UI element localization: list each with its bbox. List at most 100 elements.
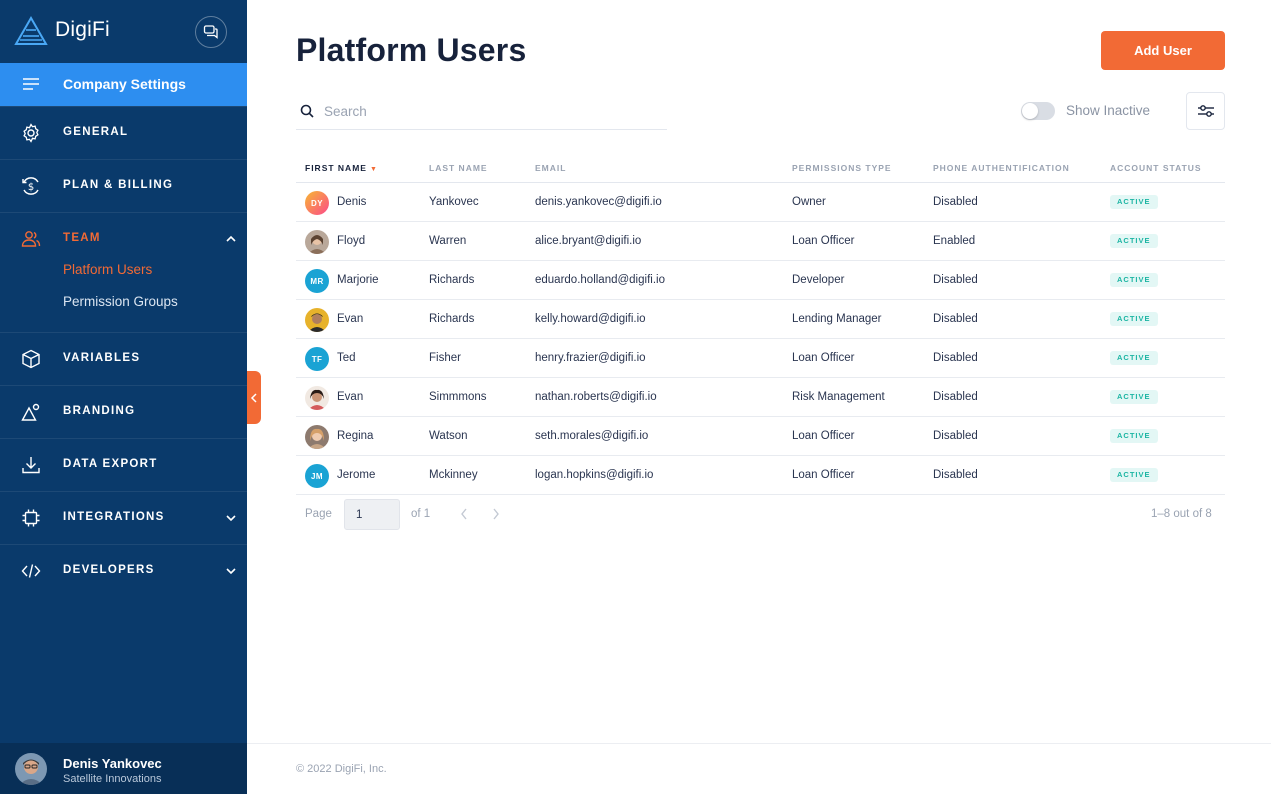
cell-email: logan.hopkins@digifi.io	[535, 469, 654, 481]
cell-first-name: Denis	[337, 196, 367, 208]
column-header-label: FIRST NAME	[305, 163, 367, 173]
avatar-initials: DY	[311, 198, 323, 208]
cell-phone-auth: Disabled	[933, 391, 978, 403]
table-row[interactable]: MR Marjorie Richards eduardo.holland@dig…	[296, 261, 1225, 300]
avatar: MR	[305, 269, 329, 293]
avatar	[305, 386, 329, 410]
table-row[interactable]: Evan Simmmons nathan.roberts@digifi.io R…	[296, 378, 1225, 417]
dollar-cycle-icon: $	[22, 177, 39, 195]
search-icon	[300, 104, 314, 118]
column-header-phone-authentification[interactable]: PHONE AUTHENTIFICATION	[933, 163, 1070, 173]
cell-permissions-type: Loan Officer	[792, 469, 855, 481]
current-user-panel[interactable]: Denis Yankovec Satellite Innovations	[0, 743, 247, 794]
avatar-initials: MR	[310, 276, 324, 286]
column-header-account-status[interactable]: ACCOUNT STATUS	[1110, 163, 1202, 173]
search-field[interactable]	[296, 92, 667, 130]
sidebar-subitem-permission-groups[interactable]: Permission Groups	[63, 294, 178, 309]
digifi-logo-icon	[14, 16, 48, 45]
cell-permissions-type: Owner	[792, 196, 826, 208]
table-row[interactable]: Regina Watson seth.morales@digifi.io Loa…	[296, 417, 1225, 456]
filter-sliders-icon	[1197, 105, 1214, 117]
page-of-label: of 1	[411, 508, 431, 520]
cell-permissions-type: Loan Officer	[792, 352, 855, 364]
cell-email: henry.frazier@digifi.io	[535, 352, 646, 364]
cell-first-name: Jerome	[337, 469, 376, 481]
sidebar-item-integrations[interactable]: INTEGRATIONS	[0, 491, 247, 544]
cube-icon	[22, 349, 40, 369]
cell-phone-auth: Disabled	[933, 196, 978, 208]
brand-header: DigiFi	[0, 0, 247, 63]
add-user-button[interactable]: Add User	[1101, 31, 1225, 70]
search-input[interactable]	[324, 100, 654, 122]
cell-last-name: Richards	[429, 274, 475, 286]
brand-name: DigiFi	[55, 18, 110, 41]
cell-phone-auth: Disabled	[933, 352, 978, 364]
cell-phone-auth: Disabled	[933, 274, 978, 286]
sidebar-item-branding[interactable]: BRANDING	[0, 385, 247, 438]
status-badge: ACTIVE	[1110, 390, 1158, 404]
cell-last-name: Watson	[429, 430, 468, 442]
avatar-initials: TF	[311, 354, 323, 364]
table-row[interactable]: Evan Richards kelly.howard@digifi.io Len…	[296, 300, 1225, 339]
column-header-email[interactable]: EMAIL	[535, 163, 566, 173]
sidebar-item-variables[interactable]: VARIABLES	[0, 332, 247, 385]
status-badge: ACTIVE	[1110, 468, 1158, 482]
sidebar-item-general[interactable]: GENERAL	[0, 106, 247, 159]
avatar: TF	[305, 347, 329, 371]
table-row[interactable]: DY Denis Yankovec denis.yankovec@digifi.…	[296, 183, 1225, 222]
company-settings-label: Company Settings	[63, 76, 186, 92]
page-title: Platform Users	[296, 32, 527, 68]
cell-email: kelly.howard@digifi.io	[535, 313, 646, 325]
user-photo-icon	[305, 230, 329, 254]
sidebar-item-plan-billing[interactable]: $ PLAN & BILLING	[0, 159, 247, 212]
sidebar-subitem-platform-users[interactable]: Platform Users	[63, 262, 152, 277]
menu-icon	[23, 78, 39, 90]
column-header-permissions-type[interactable]: PERMISSIONS TYPE	[792, 163, 892, 173]
code-icon	[21, 564, 41, 578]
collapse-sidebar-button[interactable]	[247, 371, 261, 424]
table-row[interactable]: TF Ted Fisher henry.frazier@digifi.io Lo…	[296, 339, 1225, 378]
user-avatar	[15, 753, 47, 785]
sidebar-item-label: GENERAL	[63, 126, 129, 138]
column-header-first-name[interactable]: FIRST NAME ▼	[305, 163, 378, 173]
cell-first-name: Floyd	[337, 235, 366, 247]
sidebar-item-label: DEVELOPERS	[63, 564, 155, 576]
gear-icon	[23, 123, 39, 143]
column-header-last-name[interactable]: LAST NAME	[429, 163, 488, 173]
cell-first-name: Evan	[337, 391, 364, 403]
toggle-knob	[1022, 103, 1038, 119]
previous-page-icon[interactable]	[459, 507, 469, 521]
table-row[interactable]: Floyd Warren alice.bryant@digifi.io Loan…	[296, 222, 1225, 261]
status-badge: ACTIVE	[1110, 429, 1158, 443]
next-page-icon[interactable]	[491, 507, 501, 521]
cell-email: alice.bryant@digifi.io	[535, 235, 642, 247]
status-badge: ACTIVE	[1110, 234, 1158, 248]
chat-button[interactable]	[195, 16, 227, 48]
cell-last-name: Mckinney	[429, 469, 478, 481]
cell-first-name: Ted	[337, 352, 356, 364]
sidebar-item-label: INTEGRATIONS	[63, 511, 165, 523]
cell-phone-auth: Disabled	[933, 430, 978, 442]
status-badge: ACTIVE	[1110, 195, 1158, 209]
status-badge: ACTIVE	[1110, 312, 1158, 326]
avatar	[305, 308, 329, 332]
chevron-up-icon	[226, 235, 236, 242]
cell-first-name: Regina	[337, 430, 374, 442]
user-name: Denis Yankovec	[63, 756, 162, 771]
company-settings-item[interactable]: Company Settings	[0, 63, 247, 106]
page-number-input[interactable]	[344, 499, 400, 530]
cell-last-name: Yankovec	[429, 196, 479, 208]
cell-email: seth.morales@digifi.io	[535, 430, 649, 442]
show-inactive-toggle[interactable]	[1021, 102, 1055, 120]
chat-icon	[203, 25, 218, 39]
cell-email: nathan.roberts@digifi.io	[535, 391, 657, 403]
table-row[interactable]: JM Jerome Mckinney logan.hopkins@digifi.…	[296, 456, 1225, 495]
filter-button[interactable]	[1186, 92, 1225, 130]
cell-permissions-type: Risk Management	[792, 391, 885, 403]
cell-first-name: Evan	[337, 313, 364, 325]
avatar: JM	[305, 464, 329, 488]
sidebar-item-developers[interactable]: DEVELOPERS	[0, 544, 247, 597]
svg-text:$: $	[28, 182, 34, 193]
sidebar-item-data-export[interactable]: DATA EXPORT	[0, 438, 247, 491]
sidebar-item-label: TEAM	[63, 232, 101, 244]
